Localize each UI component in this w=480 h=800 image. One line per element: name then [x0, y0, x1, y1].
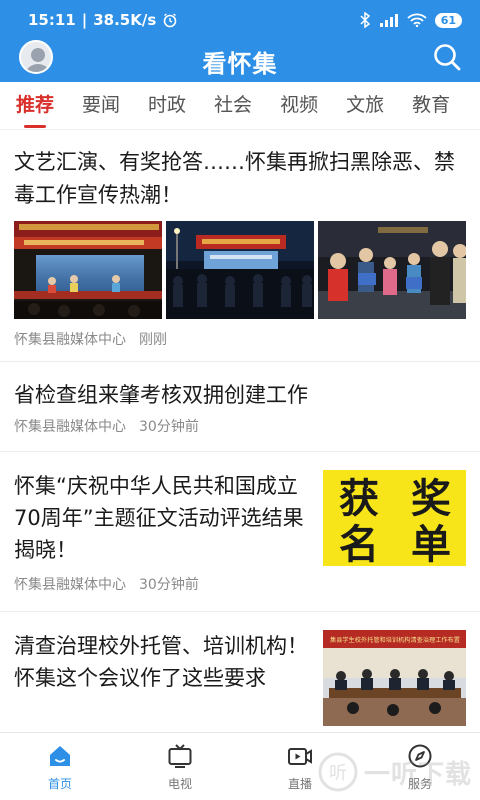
battery-indicator: 61 [434, 12, 462, 28]
thumbnail-glyph: 名 [339, 522, 379, 566]
news-time: 30分钟前 [139, 419, 199, 435]
news-thumbnail [14, 221, 162, 319]
status-divider: | [81, 11, 88, 29]
tab-video[interactable]: 视频 [280, 82, 318, 130]
nav-live-label: 直播 [287, 777, 312, 791]
news-title: 怀集“庆祝中华人民共和国成立70周年”主题征文活动评选结果揭晓！ [14, 474, 304, 562]
tab-society[interactable]: 社会 [214, 82, 252, 130]
news-meta: 怀集县融媒体中心 30分钟前 [14, 574, 313, 594]
wifi-icon [407, 13, 427, 27]
avatar[interactable] [19, 40, 53, 74]
tab-culture-tourism[interactable]: 文旅 [346, 82, 384, 130]
news-thumbnail: 集县学生校外托管和培训机构清查治理工作布置 [322, 630, 466, 726]
news-time: 30分钟前 [139, 577, 199, 593]
category-tabs: 推荐 要闻 时政 社会 视频 文旅 教育 [0, 82, 480, 130]
news-item[interactable]: 清查治理校外托管、培训机构！怀集这个会议作了这些要求 集县学生校外托管和培训机构… [0, 612, 480, 732]
status-bar: 15:11 | 38.5K/s 61 [0, 0, 480, 40]
tab-education[interactable]: 教育 [412, 82, 450, 130]
bluetooth-icon [360, 12, 370, 28]
thumbnail-banner-text: 集县学生校外托管和培训机构清查治理工作布置 [330, 636, 460, 644]
signal-icon [379, 14, 398, 27]
news-image-row [14, 221, 466, 319]
nav-tv[interactable]: 电视 [120, 733, 240, 800]
thumbnail-glyph: 奖 [411, 476, 451, 522]
news-source: 怀集县融媒体中心 [14, 332, 126, 348]
app-bar: 看怀集 [0, 40, 480, 82]
news-item[interactable]: 省检查组来肇考核双拥创建工作 怀集县融媒体中心 30分钟前 [0, 362, 480, 452]
nav-home[interactable]: 首页 [0, 733, 120, 800]
news-source: 怀集县融媒体中心 [14, 577, 126, 593]
page-title: 看怀集 [202, 49, 278, 78]
user-icon [25, 48, 51, 72]
news-meta: 怀集县融媒体中心 30分钟前 [14, 416, 466, 436]
search-icon [434, 44, 461, 71]
tv-icon [168, 744, 192, 768]
thumbnail-glyph: 单 [411, 522, 451, 566]
status-network-speed: 38.5K/s [93, 11, 157, 29]
tab-politics[interactable]: 时政 [148, 82, 186, 130]
watermark-logo-icon: 听 [318, 752, 358, 792]
alarm-icon [163, 13, 177, 28]
news-title: 文艺汇演、有奖抢答……怀集再掀扫黑除恶、禁毒工作宣传热潮！ [14, 150, 455, 207]
nav-tv-label: 电视 [167, 777, 192, 791]
live-video-icon [288, 748, 312, 765]
news-feed[interactable]: 文艺汇演、有奖抢答……怀集再掀扫黑除恶、禁毒工作宣传热潮！ 怀集县融媒体中心 刚… [0, 130, 480, 732]
news-title: 清查治理校外托管、培训机构！怀集这个会议作了这些要求 [14, 634, 308, 690]
news-thumbnail: 获 奖 名 单 [322, 470, 466, 566]
thumbnail-glyph: 获 [339, 476, 379, 522]
tab-recommend[interactable]: 推荐 [16, 82, 54, 130]
watermark: 听 一听下载 [318, 752, 472, 792]
tab-headlines[interactable]: 要闻 [82, 82, 120, 130]
status-time: 15:11 [28, 11, 76, 29]
watermark-text: 一听下载 [363, 759, 472, 790]
svg-text:听: 听 [329, 763, 347, 784]
home-icon [50, 746, 70, 766]
search-button[interactable] [432, 42, 462, 72]
news-time: 刚刚 [139, 332, 167, 348]
news-meta: 怀集县融媒体中心 刚刚 [14, 329, 466, 349]
news-item[interactable]: 文艺汇演、有奖抢答……怀集再掀扫黑除恶、禁毒工作宣传热潮！ 怀集县融媒体中心 刚… [0, 130, 480, 362]
nav-home-label: 首页 [47, 777, 72, 791]
news-item[interactable]: 怀集“庆祝中华人民共和国成立70周年”主题征文活动评选结果揭晓！ 怀集县融媒体中… [0, 452, 480, 612]
news-thumbnail [166, 221, 314, 319]
news-source: 怀集县融媒体中心 [14, 419, 126, 435]
news-title: 省检查组来肇考核双拥创建工作 [14, 383, 308, 407]
news-thumbnail [318, 221, 466, 319]
